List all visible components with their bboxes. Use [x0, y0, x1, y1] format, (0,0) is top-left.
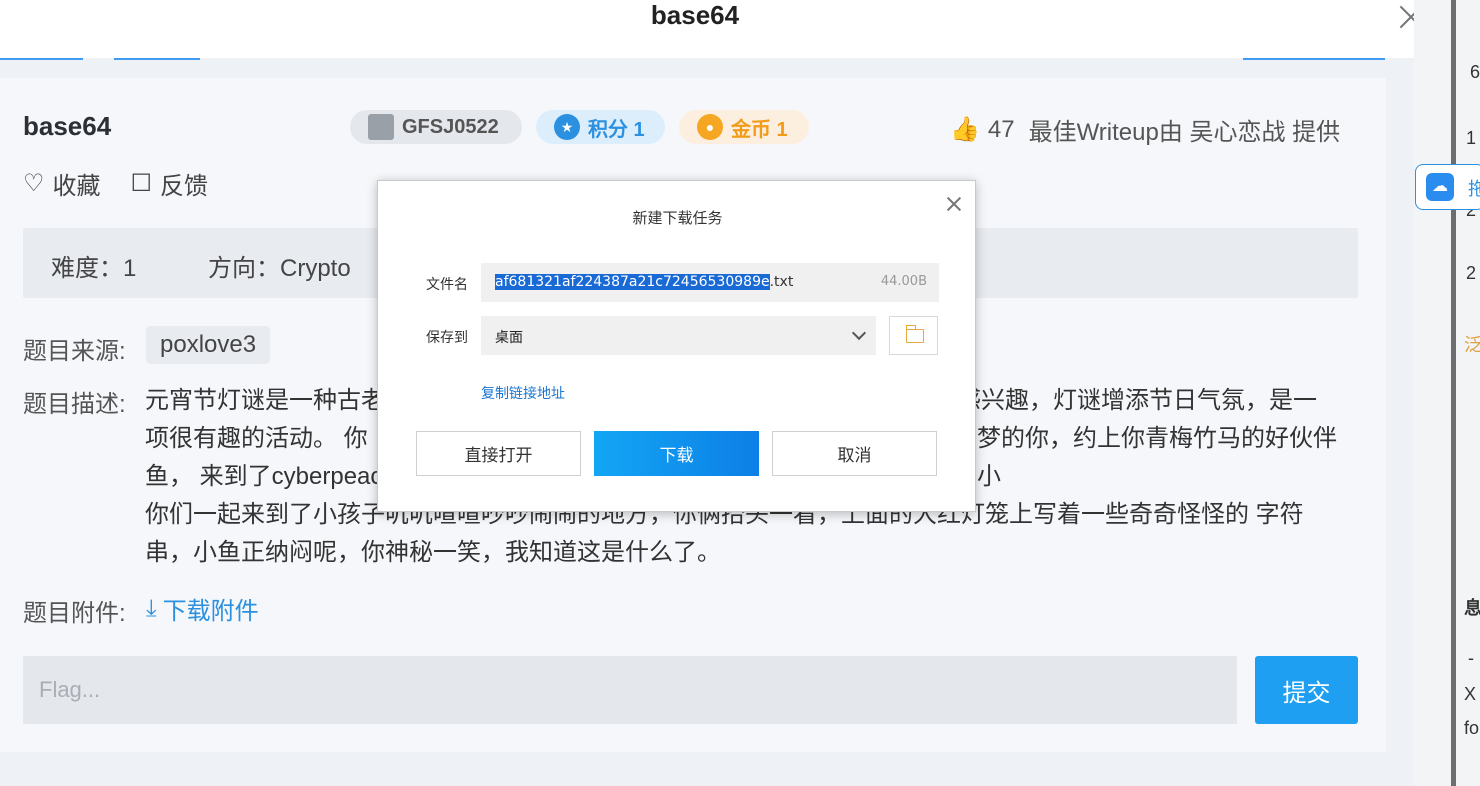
star-icon: ★ [554, 114, 580, 140]
description-line: 鱼， 来到了cyberpeac [145, 463, 383, 490]
comment-icon: ☐ [130, 170, 153, 197]
challenge-id-badge: GFSJ0522 [350, 110, 522, 144]
strip-fragment: X [1464, 684, 1477, 704]
description-label: 题目描述: [23, 391, 126, 418]
tab-underline [114, 58, 200, 60]
save-location-select[interactable]: 桌面 [481, 316, 876, 355]
score-label: 积分 1 [588, 118, 645, 141]
flag-input[interactable] [23, 656, 1237, 724]
description-line: 感兴趣，灯谜增添节日气氛，是一 [957, 387, 1317, 414]
score-badge: ★ 积分 1 [536, 110, 665, 144]
coin-badge: ● 金币 1 [679, 110, 809, 144]
difficulty: 难度：1 [51, 255, 137, 282]
open-directly-button[interactable]: 直接打开 [416, 431, 581, 476]
save-location-value: 桌面 [495, 330, 523, 346]
favorite-button[interactable]: ♡ 收藏 [23, 166, 101, 201]
coin-icon: ● [697, 114, 723, 140]
modal-title: base64 [650, 0, 740, 30]
strip-fragment: 息 [1464, 598, 1480, 618]
avatar-icon [368, 114, 394, 140]
submit-button[interactable]: 提交 [1255, 656, 1358, 724]
download-attachment-link[interactable]: ⤓ 下载附件 [146, 591, 259, 626]
tab-underline [0, 58, 83, 60]
feedback-label: 反馈 [160, 173, 209, 200]
description-line: 梦的你，约上你青梅竹马的好伙伴小 [977, 425, 1337, 490]
dialog-title: 新建下载任务 [632, 209, 723, 227]
cancel-button[interactable]: 取消 [772, 431, 937, 476]
description-line: 项很有趣的活动。 你 [145, 425, 368, 452]
folder-icon [905, 325, 924, 343]
save-to-label: 保存到 [426, 330, 468, 346]
chevron-down-icon [851, 325, 867, 341]
strip-fragment: - [1468, 648, 1474, 668]
strip-fragment: 泛 [1464, 335, 1480, 355]
tab-underline [1243, 58, 1385, 60]
dialog-close-icon[interactable] [945, 195, 963, 213]
favorite-label: 收藏 [52, 173, 101, 200]
filename-selected: af681321af224387a21c72456530989e [495, 274, 770, 290]
download-attachment-label: 下载附件 [162, 598, 259, 625]
challenge-id: GFSJ0522 [402, 115, 499, 138]
file-size: 44.00B [880, 274, 927, 289]
download-dialog: 新建下载任务 文件名 af681321af224387a21c724565309… [377, 180, 976, 512]
feedback-button[interactable]: ☐ 反馈 [131, 166, 209, 201]
attachment-label: 题目附件: [23, 600, 126, 627]
description-line: 串，小鱼正纳闷呢，你神秘一笑，我知道这是什么了。 [145, 539, 721, 566]
direction: 方向：Crypto [208, 255, 351, 282]
filename-text: af681321af224387a21c72456530989e.txt [495, 274, 793, 290]
copy-link-address[interactable]: 复制链接地址 [481, 383, 565, 403]
strip-fragment: fo [1464, 718, 1480, 738]
source-label: 题目来源: [23, 338, 126, 365]
action-row: ♡ 收藏 ☐ 反馈 [23, 166, 238, 201]
cloud-icon: ☁ [1426, 173, 1454, 201]
coin-label: 金币 1 [731, 118, 788, 141]
modal-header: base64 [0, 0, 1465, 58]
scrollbar[interactable] [1451, 0, 1456, 786]
filename-ext: .txt [769, 274, 794, 290]
download-button[interactable]: 下载 [594, 431, 759, 476]
challenge-title: base64 [23, 111, 112, 141]
description-line: 元宵节灯谜是一种古老 [145, 387, 385, 414]
cloud-drive-button[interactable]: ☁ 拖 [1415, 164, 1480, 210]
cloud-label: 拖 [1468, 179, 1480, 199]
strip-fragment: 2 [1466, 263, 1477, 283]
download-icon: ⤓ [146, 594, 157, 622]
likes-count: 47 [987, 115, 1015, 143]
strip-fragment: 1 [1466, 128, 1477, 148]
browse-folder-button[interactable] [889, 316, 938, 355]
filename-field[interactable]: af681321af224387a21c72456530989e.txt 44.… [481, 263, 939, 302]
thumbs-up-icon[interactable]: 👍 [950, 115, 980, 144]
likes-area: 👍 47 最佳Writeup由 吴心恋战 提供 [950, 112, 1340, 147]
writeup-credit[interactable]: 最佳Writeup由 吴心恋战 提供 [1029, 112, 1341, 147]
filename-label: 文件名 [426, 277, 468, 293]
source-tag: poxlove3 [146, 326, 271, 364]
strip-fragment: 6 [1470, 62, 1480, 82]
heart-icon: ♡ [23, 170, 45, 197]
